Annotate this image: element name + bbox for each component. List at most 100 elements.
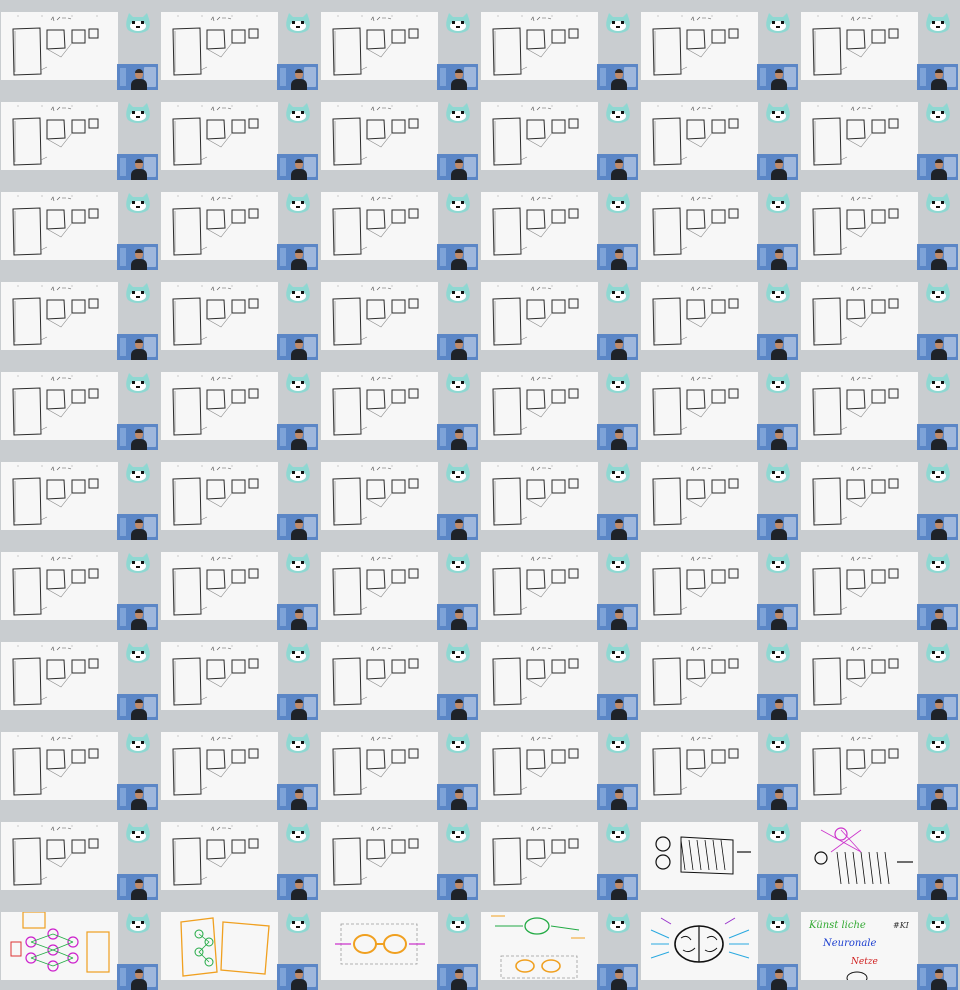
video-thumbnail[interactable] [160,810,320,900]
background-shelf [120,968,126,986]
video-thumbnail[interactable] [640,360,800,450]
video-thumbnail[interactable] [320,540,480,630]
video-thumbnail[interactable] [800,0,960,90]
video-thumbnail[interactable] [160,180,320,270]
whiteboard-frame [161,102,278,170]
video-thumbnail[interactable] [0,540,160,630]
whiteboard-frame [481,642,598,710]
video-thumbnail[interactable]: Künst liche Neuronale Netze #KI [800,900,960,990]
video-thumbnail[interactable] [160,900,320,990]
webcam-presenter-thumbnail [597,694,638,720]
video-thumbnail[interactable] [320,270,480,360]
video-thumbnail[interactable] [320,360,480,450]
video-thumbnail[interactable] [640,630,800,720]
background-shelf [280,158,286,176]
whiteboard-frame [161,822,278,890]
video-thumbnail[interactable] [0,720,160,810]
mascot-face-icon [286,463,310,483]
video-thumbnail[interactable] [160,720,320,810]
video-thumbnail[interactable] [0,900,160,990]
video-thumbnail[interactable] [480,450,640,540]
video-thumbnail[interactable] [320,180,480,270]
whiteboard-frame [641,642,758,710]
whiteboard-frame [1,552,118,620]
whiteboard-drawing [172,285,259,346]
video-thumbnail[interactable] [800,360,960,450]
video-thumbnail[interactable] [640,270,800,360]
background-shelf [440,788,446,806]
video-thumbnail[interactable] [800,180,960,270]
video-thumbnail[interactable] [800,720,960,810]
video-thumbnail[interactable] [160,90,320,180]
video-thumbnail[interactable] [480,90,640,180]
video-thumbnail[interactable] [480,360,640,450]
video-thumbnail[interactable] [640,900,800,990]
video-thumbnail[interactable] [800,810,960,900]
video-thumbnail[interactable] [480,900,640,990]
presenter [931,159,947,180]
video-thumbnail[interactable] [160,360,320,450]
video-thumbnail[interactable] [320,630,480,720]
video-thumbnail[interactable] [320,810,480,900]
video-thumbnail[interactable] [640,450,800,540]
video-thumbnail[interactable] [800,630,960,720]
video-thumbnail[interactable] [320,90,480,180]
whiteboard-drawing [492,645,579,706]
video-thumbnail[interactable] [160,270,320,360]
video-thumbnail[interactable] [0,0,160,90]
video-thumbnail[interactable] [640,180,800,270]
mascot-face-icon [606,733,630,753]
video-thumbnail[interactable] [480,630,640,720]
presenter [931,609,947,630]
mascot-face-icon [446,823,470,843]
video-thumbnail[interactable] [640,720,800,810]
presenter [131,159,147,180]
whiteboard-frame [801,732,918,800]
video-thumbnail[interactable] [160,630,320,720]
whiteboard-frame: Künst liche Neuronale Netze #KI [801,912,918,980]
video-thumbnail[interactable] [800,450,960,540]
video-thumbnail[interactable] [320,0,480,90]
presenter [451,699,467,720]
video-thumbnail[interactable] [160,450,320,540]
mascot-face-icon [606,553,630,573]
video-thumbnail[interactable] [640,540,800,630]
background-shelf [120,338,126,356]
whiteboard-frame [1,372,118,440]
whiteboard-frame [641,732,758,800]
webcam-presenter-thumbnail [117,694,158,720]
video-thumbnail[interactable] [0,810,160,900]
video-thumbnail[interactable] [0,450,160,540]
video-thumbnail[interactable] [160,0,320,90]
whiteboard-frame [1,192,118,260]
video-thumbnail[interactable] [800,90,960,180]
video-thumbnail[interactable] [480,540,640,630]
video-thumbnail[interactable] [480,270,640,360]
whiteboard-frame [161,462,278,530]
video-thumbnail[interactable] [320,720,480,810]
webcam-presenter-thumbnail [597,964,638,990]
video-thumbnail[interactable] [640,810,800,900]
mascot-face-icon [126,193,150,213]
webcam-presenter-thumbnail [757,514,798,540]
video-thumbnail[interactable] [160,540,320,630]
video-thumbnail[interactable] [320,900,480,990]
video-thumbnail[interactable] [800,540,960,630]
video-thumbnail[interactable] [480,180,640,270]
whiteboard-drawing [335,923,425,965]
video-thumbnail[interactable] [0,270,160,360]
video-thumbnail[interactable] [0,630,160,720]
background-shelf [920,518,926,536]
video-thumbnail[interactable] [480,0,640,90]
video-thumbnail[interactable] [0,180,160,270]
whiteboard-drawing [12,195,99,256]
video-thumbnail[interactable] [640,0,800,90]
video-thumbnail[interactable] [640,90,800,180]
video-thumbnail[interactable] [800,270,960,360]
video-thumbnail[interactable] [480,810,640,900]
video-thumbnail[interactable] [0,90,160,180]
video-thumbnail[interactable] [320,450,480,540]
video-thumbnail[interactable] [0,360,160,450]
video-thumbnail[interactable] [480,720,640,810]
mascot-face-icon [286,553,310,573]
